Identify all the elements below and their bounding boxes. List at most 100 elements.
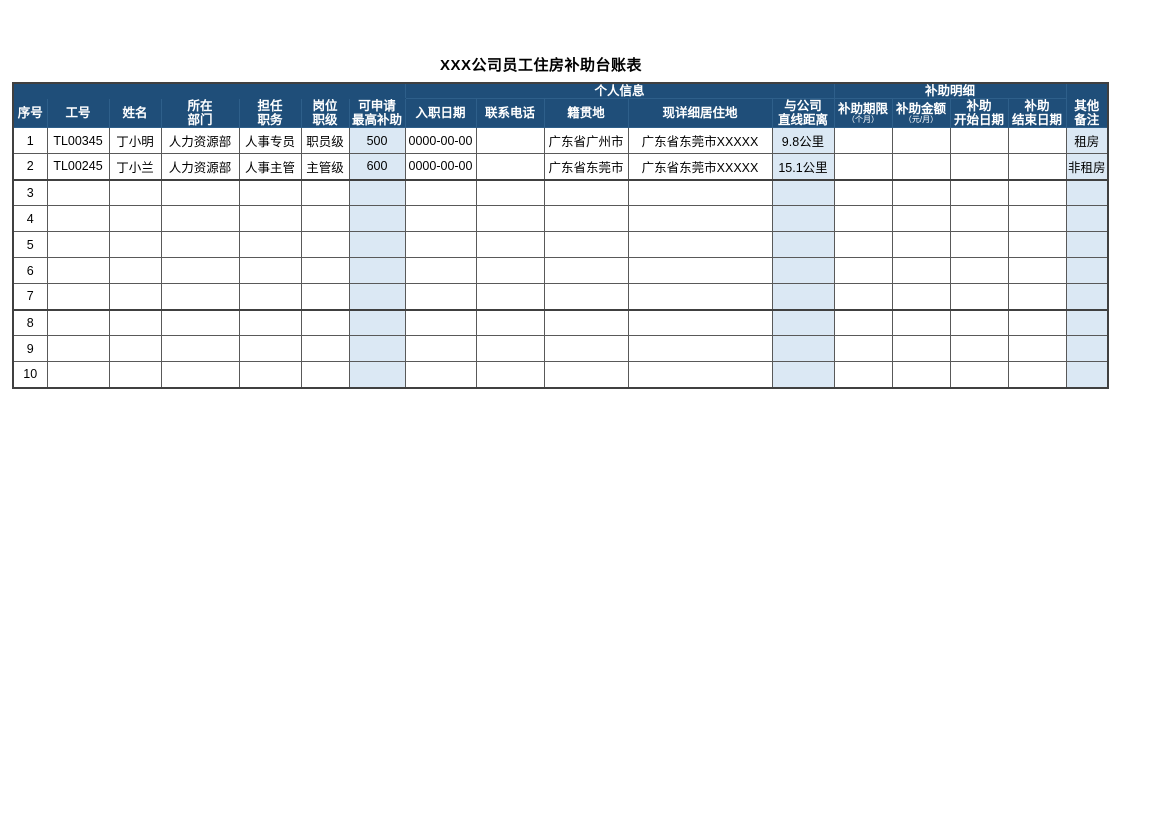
cell-address[interactable]	[627, 231, 773, 258]
cell-emp_id[interactable]	[46, 283, 110, 310]
cell-name[interactable]	[108, 283, 162, 310]
cell-address[interactable]	[627, 257, 773, 284]
cell-remark[interactable]	[1065, 335, 1109, 362]
cell-sub_amount[interactable]	[891, 127, 951, 154]
cell-rank[interactable]	[300, 335, 350, 362]
cell-position[interactable]	[238, 335, 302, 362]
cell-sub_amount[interactable]	[891, 205, 951, 232]
cell-rank[interactable]: 职员级	[300, 127, 350, 154]
cell-dept[interactable]: 人力资源部	[160, 127, 240, 154]
cell-sub_end[interactable]	[1007, 205, 1067, 232]
cell-remark[interactable]	[1065, 205, 1109, 232]
cell-address[interactable]	[627, 205, 773, 232]
cell-max_sub[interactable]	[348, 205, 406, 232]
cell-hire_date[interactable]	[404, 178, 477, 206]
cell-max_sub[interactable]	[348, 308, 406, 336]
cell-hire_date[interactable]	[404, 308, 477, 336]
cell-phone[interactable]	[475, 153, 545, 180]
cell-emp_id[interactable]	[46, 178, 110, 206]
cell-seq[interactable]: 6	[12, 257, 48, 284]
cell-address[interactable]: 广东省东莞市XXXXX	[627, 127, 773, 154]
cell-emp_id[interactable]	[46, 231, 110, 258]
cell-remark[interactable]: 非租房	[1065, 153, 1109, 180]
cell-sub_start[interactable]	[949, 153, 1009, 180]
cell-phone[interactable]	[475, 231, 545, 258]
cell-sub_end[interactable]	[1007, 283, 1067, 310]
cell-emp_id[interactable]	[46, 308, 110, 336]
cell-seq[interactable]: 7	[12, 283, 48, 310]
cell-sub_end[interactable]	[1007, 231, 1067, 258]
cell-name[interactable]	[108, 361, 162, 389]
cell-sub_amount[interactable]	[891, 178, 951, 206]
cell-max_sub[interactable]: 500	[348, 127, 406, 154]
cell-max_sub[interactable]	[348, 361, 406, 389]
cell-hometown[interactable]	[543, 231, 629, 258]
cell-sub_start[interactable]	[949, 257, 1009, 284]
cell-sub_start[interactable]	[949, 205, 1009, 232]
cell-distance[interactable]	[771, 283, 835, 310]
cell-hire_date[interactable]	[404, 205, 477, 232]
cell-emp_id[interactable]	[46, 335, 110, 362]
cell-rank[interactable]: 主管级	[300, 153, 350, 180]
cell-hometown[interactable]	[543, 205, 629, 232]
cell-distance[interactable]: 9.8公里	[771, 127, 835, 154]
cell-position[interactable]	[238, 178, 302, 206]
cell-max_sub[interactable]	[348, 335, 406, 362]
cell-dept[interactable]	[160, 308, 240, 336]
cell-seq[interactable]: 5	[12, 231, 48, 258]
cell-sub_end[interactable]	[1007, 361, 1067, 389]
cell-address[interactable]	[627, 308, 773, 336]
cell-distance[interactable]: 15.1公里	[771, 153, 835, 180]
cell-position[interactable]	[238, 205, 302, 232]
cell-name[interactable]	[108, 231, 162, 258]
cell-sub_months[interactable]	[833, 231, 893, 258]
cell-sub_start[interactable]	[949, 308, 1009, 336]
cell-sub_months[interactable]	[833, 361, 893, 389]
cell-sub_amount[interactable]	[891, 257, 951, 284]
cell-sub_end[interactable]	[1007, 257, 1067, 284]
cell-sub_amount[interactable]	[891, 335, 951, 362]
cell-dept[interactable]: 人力资源部	[160, 153, 240, 180]
cell-dept[interactable]	[160, 231, 240, 258]
cell-name[interactable]	[108, 335, 162, 362]
cell-rank[interactable]	[300, 308, 350, 336]
cell-seq[interactable]: 10	[12, 361, 48, 389]
cell-seq[interactable]: 2	[12, 153, 48, 180]
cell-sub_end[interactable]	[1007, 335, 1067, 362]
cell-distance[interactable]	[771, 308, 835, 336]
cell-dept[interactable]	[160, 205, 240, 232]
cell-phone[interactable]	[475, 283, 545, 310]
cell-rank[interactable]	[300, 205, 350, 232]
cell-sub_start[interactable]	[949, 283, 1009, 310]
cell-emp_id[interactable]	[46, 257, 110, 284]
cell-dept[interactable]	[160, 335, 240, 362]
cell-phone[interactable]	[475, 205, 545, 232]
cell-position[interactable]	[238, 361, 302, 389]
cell-distance[interactable]	[771, 257, 835, 284]
cell-position[interactable]	[238, 231, 302, 258]
cell-sub_months[interactable]	[833, 205, 893, 232]
cell-hometown[interactable]	[543, 257, 629, 284]
cell-emp_id[interactable]	[46, 205, 110, 232]
cell-emp_id[interactable]: TL00345	[46, 127, 110, 154]
cell-sub_start[interactable]	[949, 127, 1009, 154]
cell-remark[interactable]	[1065, 257, 1109, 284]
cell-position[interactable]	[238, 283, 302, 310]
cell-hometown[interactable]	[543, 361, 629, 389]
cell-max_sub[interactable]: 600	[348, 153, 406, 180]
cell-sub_months[interactable]	[833, 127, 893, 154]
cell-distance[interactable]	[771, 231, 835, 258]
cell-hometown[interactable]: 广东省广州市	[543, 127, 629, 154]
cell-phone[interactable]	[475, 127, 545, 154]
cell-sub_start[interactable]	[949, 335, 1009, 362]
cell-emp_id[interactable]: TL00245	[46, 153, 110, 180]
cell-position[interactable]	[238, 257, 302, 284]
cell-phone[interactable]	[475, 361, 545, 389]
cell-hometown[interactable]: 广东省东莞市	[543, 153, 629, 180]
cell-name[interactable]: 丁小兰	[108, 153, 162, 180]
cell-hire_date[interactable]	[404, 335, 477, 362]
cell-name[interactable]	[108, 178, 162, 206]
cell-address[interactable]	[627, 178, 773, 206]
cell-hire_date[interactable]: 0000-00-00	[404, 127, 477, 154]
cell-seq[interactable]: 8	[12, 308, 48, 336]
